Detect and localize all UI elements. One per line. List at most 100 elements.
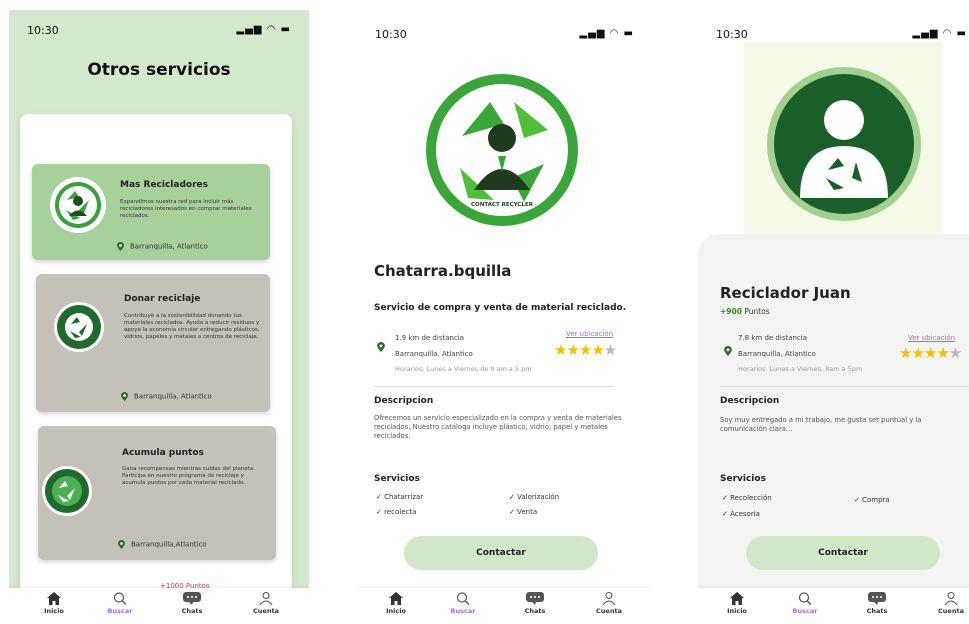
- nav-cuenta[interactable]: Cuenta: [926, 592, 969, 615]
- check-icon: ✓: [376, 493, 385, 501]
- nav-cuenta[interactable]: Cuenta: [241, 592, 291, 615]
- service-card-title: Mas Recicladores: [120, 180, 208, 190]
- bottom-nav: Inicio Buscar Chats Cuenta: [698, 588, 969, 624]
- divider: [720, 386, 969, 387]
- distance-text: 7.8 km de distancia: [738, 334, 808, 342]
- check-icon: ✓: [509, 508, 518, 516]
- description-title: Descripcion: [720, 396, 780, 406]
- service-card-location: Barranquilla, Atlantico: [121, 392, 212, 401]
- divider: [374, 386, 614, 387]
- location-pin-icon: [377, 342, 385, 352]
- screen-chatarra-detail: 10:30 ▂▄▆ ◠ ▬ CONTACT RECYCLER Chatarra.…: [357, 14, 652, 624]
- nav-chats[interactable]: Chats: [167, 592, 217, 615]
- profile-panel: Reciclador Juan +900 Puntos 7.8 km de di…: [698, 234, 969, 624]
- chat-icon: [868, 592, 886, 605]
- service-card-location: Barranquilla, Atlantico: [117, 242, 208, 251]
- nav-inicio[interactable]: Inicio: [712, 592, 762, 615]
- chat-icon: [526, 592, 544, 605]
- search-icon: [798, 592, 812, 605]
- provider-name: Chatarra.bquilla: [374, 262, 512, 280]
- location-pin-icon: [118, 540, 125, 549]
- status-time: 10:30: [27, 24, 59, 37]
- service-card-title: Acumula puntos: [122, 448, 204, 458]
- service-item: ✓ Valorización: [509, 493, 560, 501]
- nav-chats[interactable]: Chats: [852, 592, 902, 615]
- service-item: ✓ Chatarrizar: [376, 493, 424, 501]
- points: +900 Puntos: [720, 307, 770, 316]
- signal-wifi-battery-icon: ▂▄▆ ◠ ▬: [236, 24, 291, 35]
- recycler-name: Reciclador Juan: [720, 284, 851, 302]
- home-icon: [47, 592, 61, 605]
- nav-inicio[interactable]: Inicio: [29, 592, 79, 615]
- status-bar: 10:30 ▂▄▆ ◠ ▬: [9, 22, 309, 38]
- service-item: ✓ Acesoria: [722, 510, 760, 518]
- rating-stars: ★★★★★: [899, 344, 962, 362]
- signal-wifi-battery-icon: ▂▄▆ ◠ ▬: [579, 28, 634, 39]
- status-bar: 10:30 ▂▄▆ ◠ ▬: [357, 26, 652, 42]
- location-pin-icon: [121, 392, 128, 401]
- status-time: 10:30: [375, 28, 407, 41]
- recycler-avatar-logo: [766, 66, 922, 222]
- home-icon: [389, 592, 403, 605]
- service-item: ✓ Compra: [854, 496, 890, 504]
- status-bar: 10:30 ▂▄▆ ◠ ▬: [698, 26, 969, 42]
- service-card-desc: Expandimos nuestra red para incluir más …: [120, 199, 252, 219]
- nav-buscar[interactable]: Buscar: [780, 592, 830, 615]
- nav-chats[interactable]: Chats: [510, 592, 560, 615]
- nav-cuenta[interactable]: Cuenta: [584, 592, 634, 615]
- check-icon: ✓: [376, 508, 385, 516]
- description-text: Ofrecemos un servicio especializado en l…: [374, 414, 622, 440]
- recycler-person-icon: [50, 177, 106, 233]
- nav-buscar[interactable]: Buscar: [95, 592, 145, 615]
- provider-tagline: Servicio de compra y venta de material r…: [374, 303, 627, 313]
- service-item: ✓ Venta: [509, 508, 538, 516]
- distance-text: 1.9 km de distancia: [395, 334, 465, 342]
- screen-reciclador-detail: 10:30 ▂▄▆ ◠ ▬ Reciclador Juan +900 Punto…: [698, 14, 969, 624]
- contactar-button[interactable]: Contactar: [746, 536, 940, 570]
- hours-text: Horarios: Lunes a Viernes, 8am a 5pm: [738, 365, 863, 373]
- hours-text: Horarios: Lunes a Viernes de 8 am a 5 pm: [395, 365, 532, 373]
- contactar-button[interactable]: Contactar: [404, 536, 598, 570]
- logo-text: CONTACT RECYCLER: [471, 202, 533, 208]
- user-icon: [944, 592, 958, 605]
- description-title: Descripcion: [374, 396, 434, 406]
- search-icon: [456, 592, 470, 605]
- service-item: ✓ Recolección: [722, 494, 772, 502]
- user-icon: [602, 592, 616, 605]
- chat-icon: [183, 592, 201, 605]
- home-icon: [730, 592, 744, 605]
- nav-buscar[interactable]: Buscar: [438, 592, 488, 615]
- service-card-donar-reciclaje[interactable]: Donar reciclaje Contribuye a la sostenib…: [36, 274, 270, 412]
- check-icon: ✓: [722, 494, 731, 502]
- recycle-globe-icon: [42, 466, 92, 516]
- services-title: Servicios: [374, 474, 420, 484]
- signal-wifi-battery-icon: ▂▄▆ ◠ ▬: [912, 28, 967, 39]
- service-card-location: Barranquilla,Atlantico: [118, 540, 207, 549]
- service-card-desc: Gana recompensas mientras cuidas del pla…: [122, 466, 256, 486]
- bottom-nav: Inicio Buscar Chats Cuenta: [357, 588, 652, 624]
- recycle-icon: [54, 302, 104, 352]
- check-icon: ✓: [509, 493, 518, 501]
- location-text: Barranquilla, Atlantico: [738, 350, 816, 358]
- service-card-mas-recicladores[interactable]: Mas Recicladores Expandimos nuestra red …: [32, 164, 270, 260]
- contact-recycler-logo: CONTACT RECYCLER: [424, 72, 580, 228]
- nav-inicio[interactable]: Inicio: [371, 592, 421, 615]
- check-icon: ✓: [854, 496, 863, 504]
- service-item: ✓ recolecta: [376, 508, 417, 516]
- location-text: Barranquilla, Atlantico: [395, 350, 473, 358]
- status-time: 10:30: [716, 28, 748, 41]
- services-list: Mas Recicladores Expandimos nuestra red …: [20, 114, 292, 604]
- service-card-title: Donar reciclaje: [124, 294, 201, 304]
- location-pin-icon: [724, 346, 732, 356]
- screen-otros-servicios: 10:30 ▂▄▆ ◠ ▬ Otros servicios Mas Recicl…: [9, 10, 309, 624]
- search-icon: [113, 592, 127, 605]
- location-pin-icon: [117, 242, 124, 251]
- bottom-nav: Inicio Buscar Chats Cuenta: [9, 588, 309, 624]
- service-card-acumula-puntos[interactable]: Acumula puntos Gana recompensas mientras…: [38, 426, 276, 560]
- ver-ubicacion-link[interactable]: Ver ubicación: [566, 330, 613, 338]
- services-title: Servicios: [720, 474, 766, 484]
- description-text: Soy muy entregado a mi trabajo, me gusta…: [720, 416, 922, 433]
- service-card-desc: Contribuye a la sostenibilidad donando t…: [124, 313, 260, 340]
- user-icon: [259, 592, 273, 605]
- ver-ubicacion-link[interactable]: Ver ubicación: [908, 334, 955, 342]
